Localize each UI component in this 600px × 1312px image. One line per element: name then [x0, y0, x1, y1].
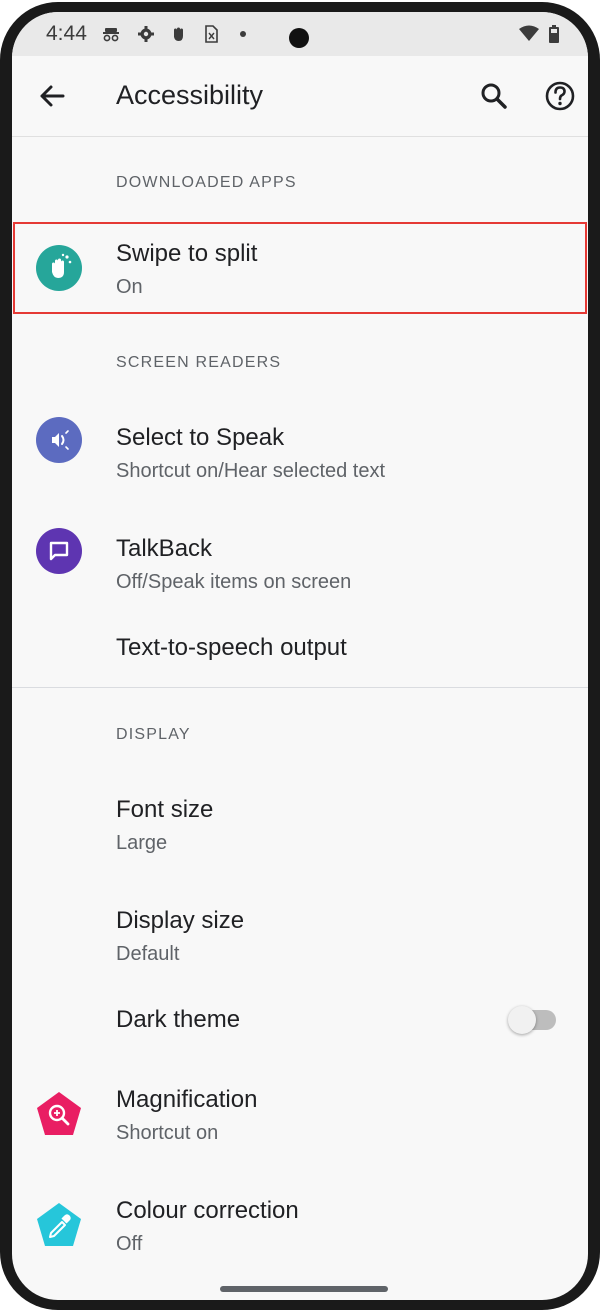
section-header-display: DISPLAY: [116, 726, 191, 743]
hand-icon: [174, 27, 183, 41]
dark-theme-toggle[interactable]: [508, 1006, 556, 1034]
eyedropper-icon: [37, 1203, 81, 1246]
list-item-title: Dark theme: [116, 1006, 241, 1033]
list-item-magnification[interactable]: Magnification Shortcut on: [12, 1066, 588, 1166]
list-item-title: Font size: [116, 796, 214, 823]
front-camera: [289, 28, 309, 48]
dot-icon: [240, 31, 246, 37]
toggle-knob: [508, 1006, 536, 1034]
battery-icon: [549, 25, 559, 43]
status-bar: 4:44: [12, 12, 588, 56]
list-item-title: Colour correction: [116, 1197, 299, 1224]
list-item-title: Magnification: [116, 1086, 258, 1113]
list-item-title: Display size: [116, 907, 245, 934]
list-item-display-size[interactable]: Display size Default: [12, 875, 588, 975]
incognito-icon: [103, 28, 119, 42]
wifi-icon: [519, 25, 539, 41]
list-item-subtitle: Large: [116, 832, 168, 854]
wave-hand-icon: [36, 245, 82, 291]
list-item-subtitle: Off/Speak items on screen: [116, 571, 352, 593]
app-bar: Accessibility: [12, 56, 588, 137]
screen: 4:44 Accessibility DOWNLOADED APPS Swipe…: [12, 12, 588, 1300]
sim-icon: [205, 25, 218, 43]
device: 4:44 Accessibility DOWNLOADED APPS Swipe…: [0, 0, 600, 1312]
speaker-icon: [36, 417, 82, 463]
list-item-select-to-speak[interactable]: Select to Speak Shortcut on/Hear selecte…: [12, 392, 588, 492]
list-item-subtitle: Off: [116, 1233, 143, 1255]
list-item-title: Text-to-speech output: [116, 634, 347, 661]
list-item-colour-correction[interactable]: Colour correction Off: [12, 1177, 588, 1277]
list-item-title: TalkBack: [116, 535, 213, 562]
list-item-text-to-speech-output[interactable]: Text-to-speech output: [12, 614, 588, 684]
section-divider: [12, 687, 588, 688]
list-item-talkback[interactable]: TalkBack Off/Speak items on screen: [12, 503, 588, 603]
list-item-swipe-to-split[interactable]: Swipe to split On: [12, 220, 588, 316]
help-icon[interactable]: [542, 78, 578, 114]
list-item-dark-theme[interactable]: Dark theme: [12, 986, 588, 1056]
list-item-subtitle: Shortcut on/Hear selected text: [116, 460, 386, 482]
selection-highlight: [13, 222, 587, 314]
chat-bubble-icon: [36, 528, 82, 574]
list-item-font-size[interactable]: Font size Large: [12, 764, 588, 864]
search-icon[interactable]: [476, 78, 512, 114]
arrow-back-icon[interactable]: [34, 78, 70, 114]
section-header-downloaded-apps: DOWNLOADED APPS: [116, 174, 297, 191]
section-header-screen-readers: SCREEN READERS: [116, 354, 282, 371]
home-indicator[interactable]: [220, 1286, 388, 1292]
list-item-subtitle: On: [116, 276, 143, 298]
settings-icon: [138, 26, 154, 42]
page-title: Accessibility: [116, 80, 264, 110]
list-item-title: Swipe to split: [116, 240, 258, 267]
list-item-subtitle: Default: [116, 943, 180, 965]
list-item-title: Select to Speak: [116, 424, 285, 451]
status-time: 4:44: [46, 22, 87, 45]
list-item-subtitle: Shortcut on: [116, 1122, 219, 1144]
zoom-in-icon: [37, 1092, 81, 1135]
